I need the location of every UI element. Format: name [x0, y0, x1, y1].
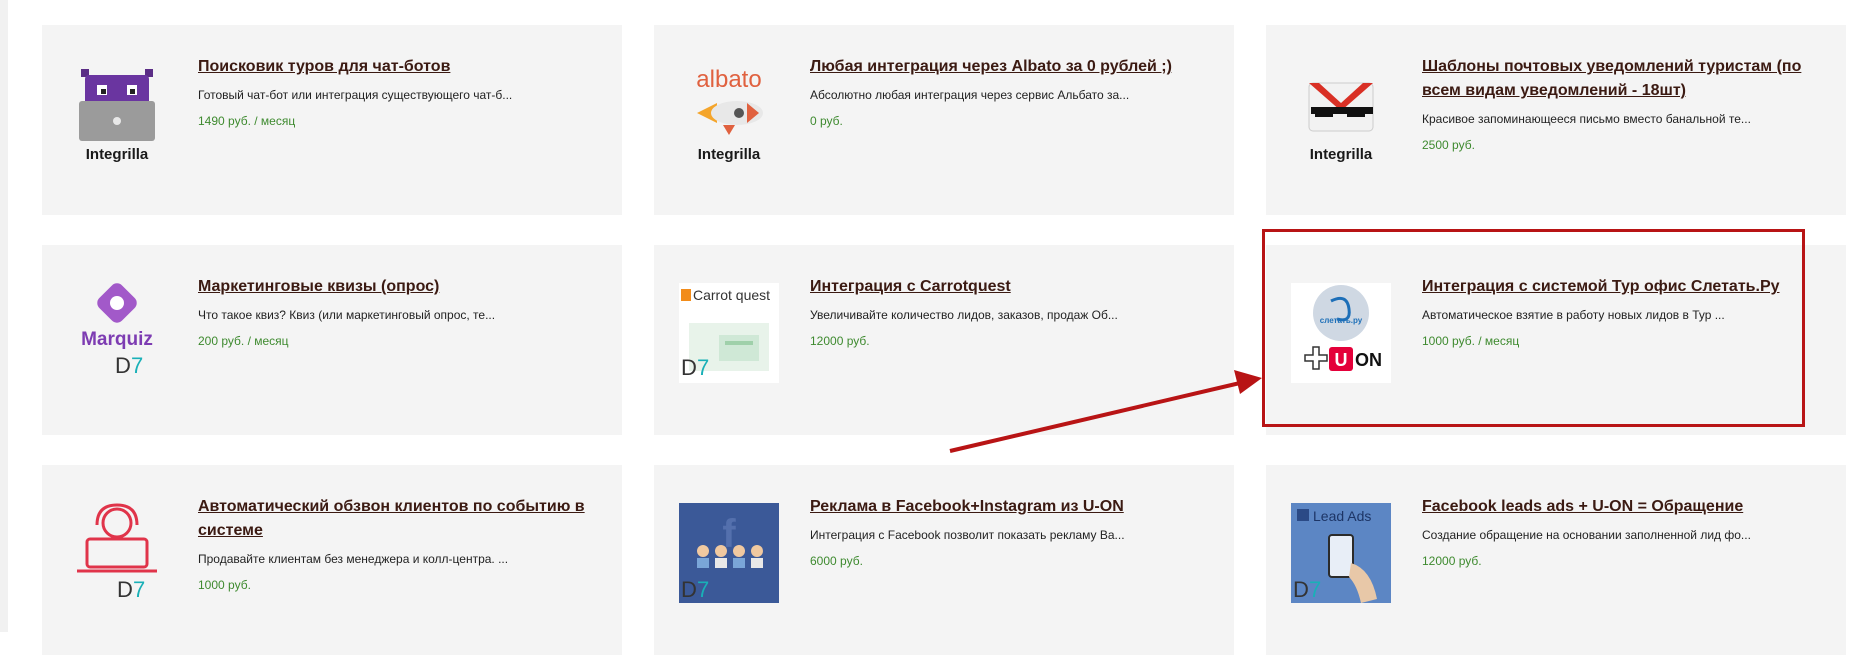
card-price: 2500 руб.	[1422, 138, 1475, 152]
card-thumbnail: f D 7	[679, 503, 779, 603]
d7-d: D	[681, 577, 697, 602]
logo-text: Integrilla	[1310, 146, 1373, 163]
d7-d: D	[681, 355, 697, 380]
facebook-lead-ads-icon: Lead Ads D 7	[1291, 503, 1391, 603]
integration-card[interactable]: Integrilla Поисковик туров для чат-ботов…	[42, 25, 622, 215]
integration-card[interactable]: f D 7 Реклама в Facebook+Instagram из U-…	[654, 465, 1234, 655]
card-price: 1000 руб.	[198, 578, 251, 592]
card-description: Создание обращение на основании заполнен…	[1422, 528, 1751, 542]
card-price: 1490 руб. / месяц	[198, 114, 296, 128]
card-price: 6000 руб.	[810, 554, 863, 568]
card-price: 12000 руб.	[1422, 554, 1482, 568]
card-description: Интеграция с Facebook позволит показать …	[810, 528, 1125, 542]
card-title[interactable]: Поисковик туров для чат-ботов	[198, 55, 598, 79]
logo-text: Integrilla	[86, 146, 149, 163]
card-thumbnail: albato Integrilla	[679, 63, 779, 163]
card-price: 200 руб. / месяц	[198, 334, 289, 348]
d7-seven: 7	[1309, 577, 1321, 602]
monster-laptop-icon: Integrilla	[79, 69, 155, 163]
integration-card[interactable]: D 7 Автоматический обзвон клиентов по со…	[42, 465, 622, 655]
card-description: Готовый чат-бот или интеграция существую…	[198, 88, 513, 102]
card-price: 12000 руб.	[810, 334, 870, 348]
card-title[interactable]: Интеграция с Carrotquest	[810, 275, 1210, 299]
integration-card[interactable]: Carrot quest D 7 Интеграция с Carrotques…	[654, 245, 1234, 435]
d7-seven: 7	[697, 355, 709, 380]
card-thumbnail: Integrilla	[1291, 63, 1391, 163]
card-price: 0 руб.	[810, 114, 843, 128]
d7-d: D	[117, 577, 133, 602]
card-thumbnail: Marquiz D 7	[67, 283, 167, 383]
d7-seven: 7	[133, 577, 145, 602]
integration-card[interactable]: Marquiz D 7 Маркетинговые квизы (опрос) …	[42, 245, 622, 435]
card-thumbnail: Carrot quest D 7	[679, 283, 779, 383]
marquiz-text: Marquiz	[81, 329, 153, 350]
page-left-edge	[0, 0, 8, 632]
card-description: Что такое квиз? Квиз (или маркетинговый …	[198, 308, 496, 322]
integration-card[interactable]: Integrilla Шаблоны почтовых уведомлений …	[1266, 25, 1846, 215]
marquiz-icon: Marquiz D 7	[81, 283, 153, 378]
rocket-icon: albato Integrilla	[696, 66, 763, 163]
d7-d: D	[1293, 577, 1309, 602]
operator-headset-icon: D 7	[77, 503, 157, 602]
facebook-people-icon: f D 7	[679, 503, 779, 603]
card-title[interactable]: Автоматический обзвон клиентов по событи…	[198, 495, 598, 543]
highlight-box	[1262, 229, 1805, 427]
integration-card[interactable]: Lead Ads D 7 Facebook leads ads + U-ON =…	[1266, 465, 1846, 655]
card-description: Продавайте клиентам без менеджера и колл…	[198, 552, 509, 566]
carrot-quest-text: Carrot quest	[693, 287, 770, 303]
carrot-quest-icon: Carrot quest D 7	[679, 283, 779, 383]
card-title[interactable]: Шаблоны почтовых уведомлений туристам (п…	[1422, 55, 1822, 103]
card-description: Увеличивайте количество лидов, заказов, …	[810, 308, 1118, 322]
gmail-sunglasses-icon: Integrilla	[1308, 82, 1374, 163]
lead-ads-text: Lead Ads	[1313, 508, 1371, 524]
card-title[interactable]: Маркетинговые квизы (опрос)	[198, 275, 598, 299]
d7-seven: 7	[697, 577, 709, 602]
card-thumbnail: D 7	[67, 503, 167, 603]
logo-text: Integrilla	[698, 146, 761, 163]
card-description: Абсолютно любая интеграция через сервис …	[810, 88, 1130, 102]
card-title[interactable]: Реклама в Facebook+Instagram из U-ON	[810, 495, 1210, 519]
card-description: Красивое запоминающееся письмо вместо ба…	[1422, 112, 1751, 126]
card-thumbnail: Lead Ads D 7	[1291, 503, 1391, 603]
d7-seven: 7	[131, 353, 143, 378]
card-title[interactable]: Facebook leads ads + U-ON = Обращение	[1422, 495, 1822, 519]
card-thumbnail: Integrilla	[67, 63, 167, 163]
card-title[interactable]: Любая интеграция через Albato за 0 рубле…	[810, 55, 1210, 79]
albato-logo-text: albato	[696, 66, 761, 93]
d7-d: D	[115, 353, 131, 378]
integration-card[interactable]: albato Integrilla Любая интеграция через…	[654, 25, 1234, 215]
